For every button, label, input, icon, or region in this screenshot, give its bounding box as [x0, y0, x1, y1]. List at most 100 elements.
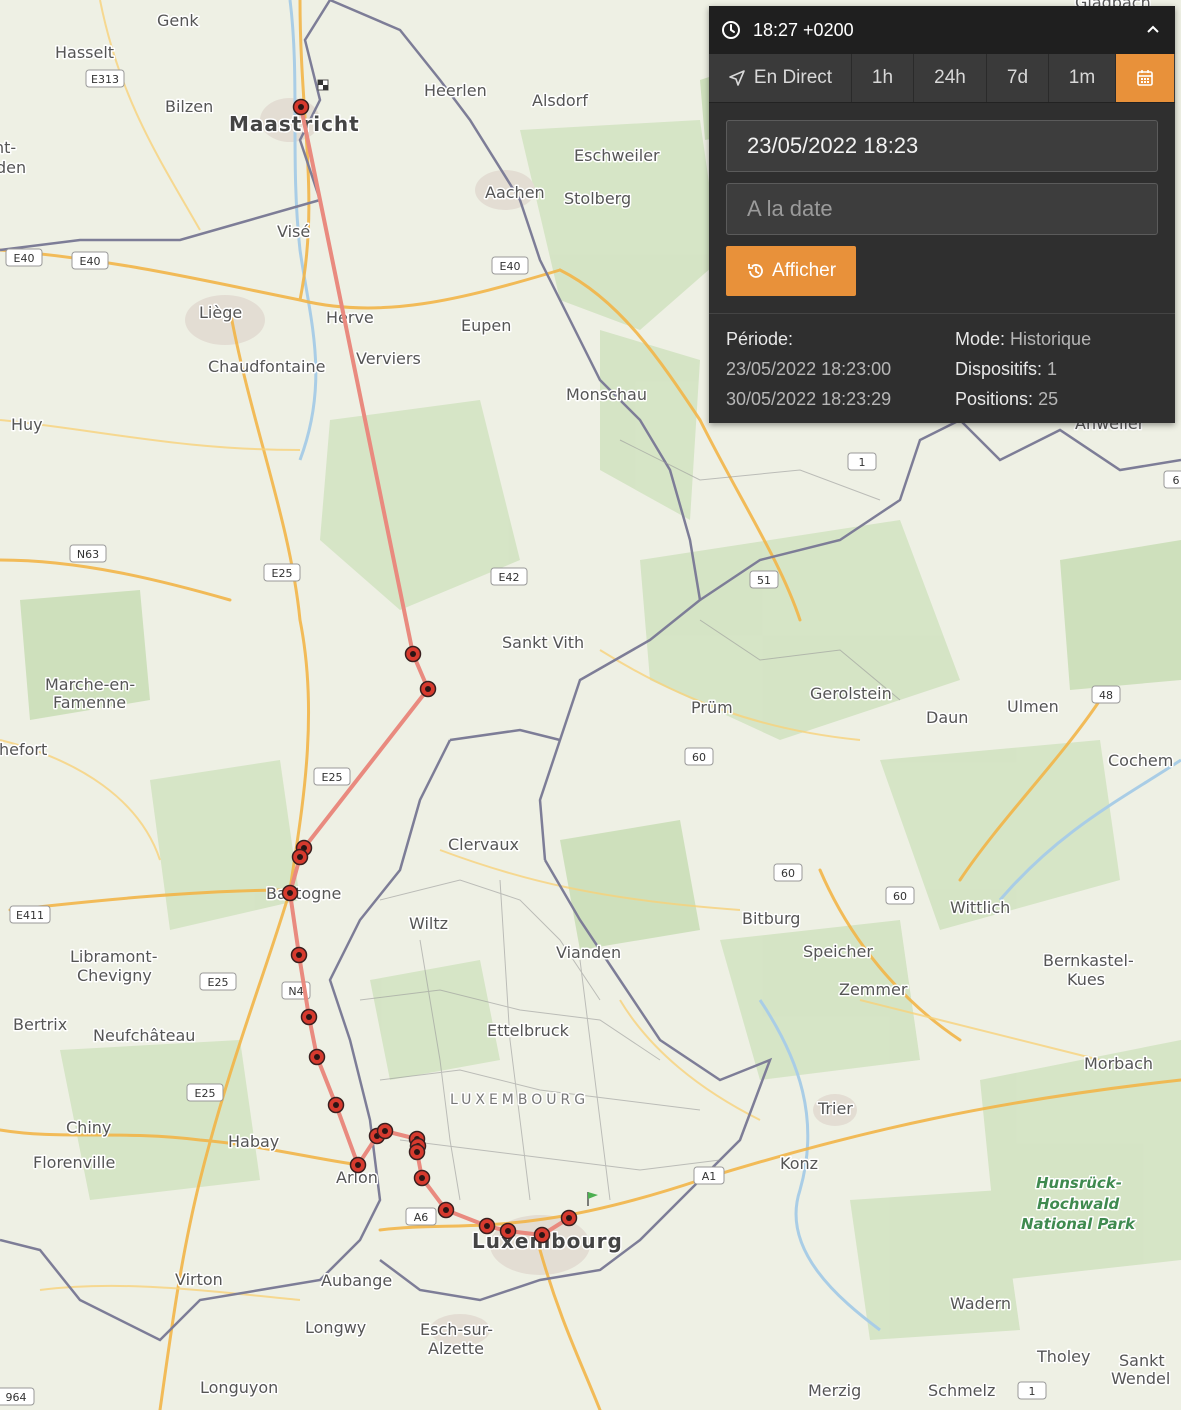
place-label: Kues — [1067, 970, 1105, 989]
tab-label: En Direct — [753, 67, 833, 88]
road-shield: 1 — [847, 452, 877, 471]
place-label: Trier — [817, 1099, 853, 1118]
road-shield: E25 — [263, 563, 301, 582]
svg-text:60: 60 — [781, 867, 795, 880]
start-flag-icon[interactable] — [317, 79, 329, 91]
road-shield: E411 — [9, 905, 51, 924]
place-label: Zemmer — [839, 980, 908, 999]
from-date-input[interactable]: 23/05/2022 18:23 — [726, 120, 1158, 172]
period-label: Période: — [726, 329, 794, 349]
road-shield: A6 — [405, 1207, 437, 1226]
place-label: Chevigny — [77, 966, 152, 985]
place-label: LUXEMBOURG — [450, 1092, 589, 1108]
svg-text:51: 51 — [757, 574, 771, 587]
tab-label: 1m — [1068, 67, 1096, 88]
road-shield: E25 — [186, 1083, 224, 1102]
position-marker-dot — [443, 1207, 449, 1213]
position-marker-dot — [296, 952, 302, 958]
panel-header: 18:27 +0200 — [709, 6, 1175, 54]
place-label: Herve — [326, 308, 374, 327]
svg-text:E40: E40 — [80, 255, 101, 268]
place-label: Verviers — [356, 349, 421, 368]
place-label: Wiltz — [409, 914, 448, 933]
tab-label: 24h — [934, 67, 966, 88]
tab-calendar[interactable] — [1116, 54, 1174, 102]
place-label: Famenne — [53, 693, 126, 712]
svg-text:A6: A6 — [414, 1211, 429, 1224]
positions-value: 25 — [1038, 389, 1059, 409]
svg-text:48: 48 — [1099, 689, 1113, 702]
devices-label: Dispositifs: — [955, 359, 1043, 379]
date-form: 23/05/2022 18:23 A la date Afficher — [709, 103, 1175, 296]
position-marker-dot — [419, 1175, 425, 1181]
position-marker-dot — [539, 1232, 545, 1238]
road-shield: 60 — [885, 886, 915, 905]
place-label: Schmelz — [928, 1381, 995, 1400]
history-panel: 18:27 +0200 En Direct 1h 24h 7d 1m 23/05… — [709, 6, 1175, 423]
position-marker-dot — [306, 1014, 312, 1020]
place-label: Hasselt — [55, 43, 114, 62]
current-time: 18:27 +0200 — [753, 19, 854, 40]
svg-text:E25: E25 — [195, 1087, 216, 1100]
tab-label: 1h — [871, 67, 894, 88]
svg-text:60: 60 — [692, 751, 706, 764]
tab-live[interactable]: En Direct — [709, 54, 852, 102]
place-label: Konz — [780, 1154, 818, 1173]
position-marker-dot — [414, 1149, 420, 1155]
svg-text:N4: N4 — [288, 985, 303, 998]
place-label: Bilzen — [165, 97, 213, 116]
range-tabs: En Direct 1h 24h 7d 1m — [709, 54, 1175, 103]
show-button[interactable]: Afficher — [726, 246, 857, 296]
svg-text:E313: E313 — [91, 73, 119, 86]
to-date-input[interactable]: A la date — [726, 183, 1158, 235]
place-label: Chiny — [66, 1118, 111, 1137]
svg-text:1: 1 — [859, 456, 866, 469]
road-shield: 48 — [1091, 685, 1121, 704]
place-label: Alzette — [428, 1339, 484, 1358]
position-marker-dot — [566, 1215, 572, 1221]
svg-text:E42: E42 — [499, 571, 520, 584]
tab-24h[interactable]: 24h — [914, 54, 987, 102]
place-label: Esch-sur- — [420, 1320, 493, 1339]
tab-7d[interactable]: 7d — [987, 54, 1049, 102]
history-icon — [748, 264, 763, 278]
place-label: Marche-en- — [45, 675, 135, 694]
collapse-chevron-icon[interactable] — [1145, 22, 1161, 38]
from-date-value: 23/05/2022 18:23 — [747, 133, 919, 158]
position-marker-dot — [333, 1102, 339, 1108]
tab-1m[interactable]: 1m — [1049, 54, 1116, 102]
place-label: Longwy — [305, 1318, 366, 1337]
position-marker-dot — [505, 1228, 511, 1234]
place-label: Florenville — [33, 1153, 115, 1172]
place-label: Bitburg — [742, 909, 800, 928]
position-marker-dot — [298, 104, 304, 110]
place-label: Eupen — [461, 316, 511, 335]
position-marker-dot — [297, 854, 303, 860]
period-start: 23/05/2022 18:23:00 — [726, 359, 892, 379]
road-shield: 60 — [773, 863, 803, 882]
place-label: Clervaux — [448, 835, 519, 854]
svg-text:E40: E40 — [500, 260, 521, 273]
place-label: Bastogne — [266, 884, 341, 903]
road-shield: A1 — [693, 1166, 725, 1185]
place-label: Tholey — [1036, 1347, 1090, 1366]
svg-text:964: 964 — [6, 1391, 27, 1404]
road-shield: 964 — [0, 1387, 35, 1406]
position-marker-dot — [484, 1223, 490, 1229]
place-label: Prüm — [691, 698, 733, 717]
place-label: Sankt Vith — [502, 633, 584, 652]
place-label: Wadern — [950, 1294, 1011, 1313]
place-label: Heerlen — [424, 81, 487, 100]
place-label: Bernkastel- — [1043, 951, 1134, 970]
position-marker-dot — [410, 651, 416, 657]
place-label: Daun — [926, 708, 968, 727]
tab-1h[interactable]: 1h — [852, 54, 914, 102]
period-end: 30/05/2022 18:23:29 — [726, 389, 892, 409]
place-label: den — [0, 158, 26, 177]
place-label: nt- — [0, 138, 16, 157]
place-label: Stolberg — [564, 189, 631, 208]
place-label: Virton — [175, 1270, 223, 1289]
road-shield: N63 — [69, 544, 107, 563]
road-shield: 60 — [684, 747, 714, 766]
mode-value: Historique — [1010, 329, 1092, 349]
